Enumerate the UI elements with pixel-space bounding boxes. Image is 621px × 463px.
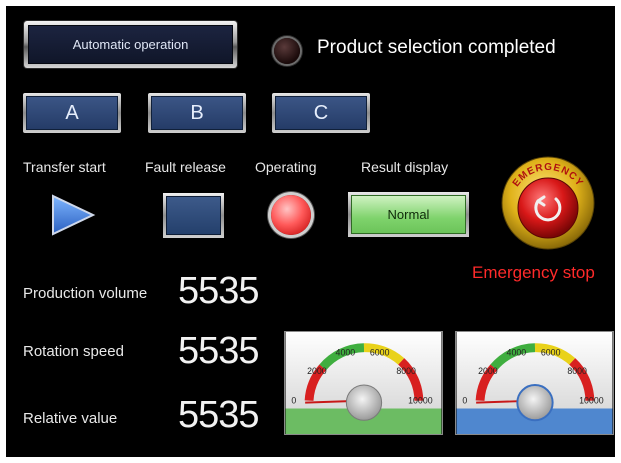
- emergency-stop-button[interactable]: EMERGENCY: [499, 154, 597, 252]
- operating-label: Operating: [255, 159, 317, 175]
- hmi-panel: Automatic operation Product selection co…: [6, 6, 615, 457]
- automatic-operation-label: Automatic operation: [28, 25, 233, 64]
- gauge-1-tick-6000: 6000: [370, 348, 390, 358]
- fault-release-button[interactable]: [163, 193, 224, 238]
- gauge-2-tick-0: 0: [462, 396, 467, 406]
- gauge-2-tick-2000: 2000: [478, 366, 498, 376]
- result-display-label: Result display: [361, 159, 449, 175]
- gauge-2-tick-10000: 10000: [579, 396, 604, 406]
- rotation-speed-value: 5535: [178, 330, 260, 372]
- select-a-button[interactable]: A: [23, 93, 121, 133]
- gauge-2-tick-6000: 6000: [541, 348, 561, 358]
- gauge-1-tick-10000: 10000: [408, 396, 433, 406]
- transfer-start-button[interactable]: [50, 194, 96, 236]
- rotation-gauge-2: 0 2000 4000 6000 8000 10000: [455, 331, 614, 435]
- rotation-gauge-1: 0 2000 4000 6000 8000 10000: [284, 331, 443, 435]
- result-display: Normal: [348, 192, 469, 237]
- production-volume-value: 5535: [178, 270, 260, 312]
- gauge-1-tick-4000: 4000: [336, 348, 356, 358]
- relative-value-label: Relative value: [23, 410, 118, 427]
- gauge-1-tick-2000: 2000: [307, 366, 327, 376]
- select-b-label: B: [151, 96, 243, 130]
- select-c-button[interactable]: C: [272, 93, 370, 133]
- emergency-stop-icon: [517, 177, 579, 239]
- rotation-speed-label: Rotation speed: [23, 343, 124, 360]
- gauge-2-tick-8000: 8000: [567, 366, 587, 376]
- play-triangle-icon: [52, 194, 96, 236]
- automatic-operation-button[interactable]: Automatic operation: [24, 21, 237, 68]
- select-a-label: A: [26, 96, 118, 130]
- result-display-value: Normal: [351, 195, 466, 234]
- emergency-stop-label: Emergency stop: [472, 263, 595, 282]
- fault-release-label: Fault release: [145, 159, 226, 175]
- transfer-start-label: Transfer start: [23, 159, 106, 175]
- gauge-1-tick-0: 0: [291, 396, 296, 406]
- select-b-button[interactable]: B: [148, 93, 246, 133]
- production-volume-label: Production volume: [23, 285, 148, 302]
- product-selection-status: Product selection completed: [317, 37, 556, 58]
- fault-release-face: [166, 196, 221, 235]
- select-c-label: C: [275, 96, 367, 130]
- gauge-1-tick-8000: 8000: [396, 366, 416, 376]
- operating-lamp-icon: [271, 195, 311, 235]
- relative-value-value: 5535: [178, 394, 260, 436]
- gauge-2-tick-4000: 4000: [507, 348, 527, 358]
- product-selection-lamp-icon: [274, 38, 300, 64]
